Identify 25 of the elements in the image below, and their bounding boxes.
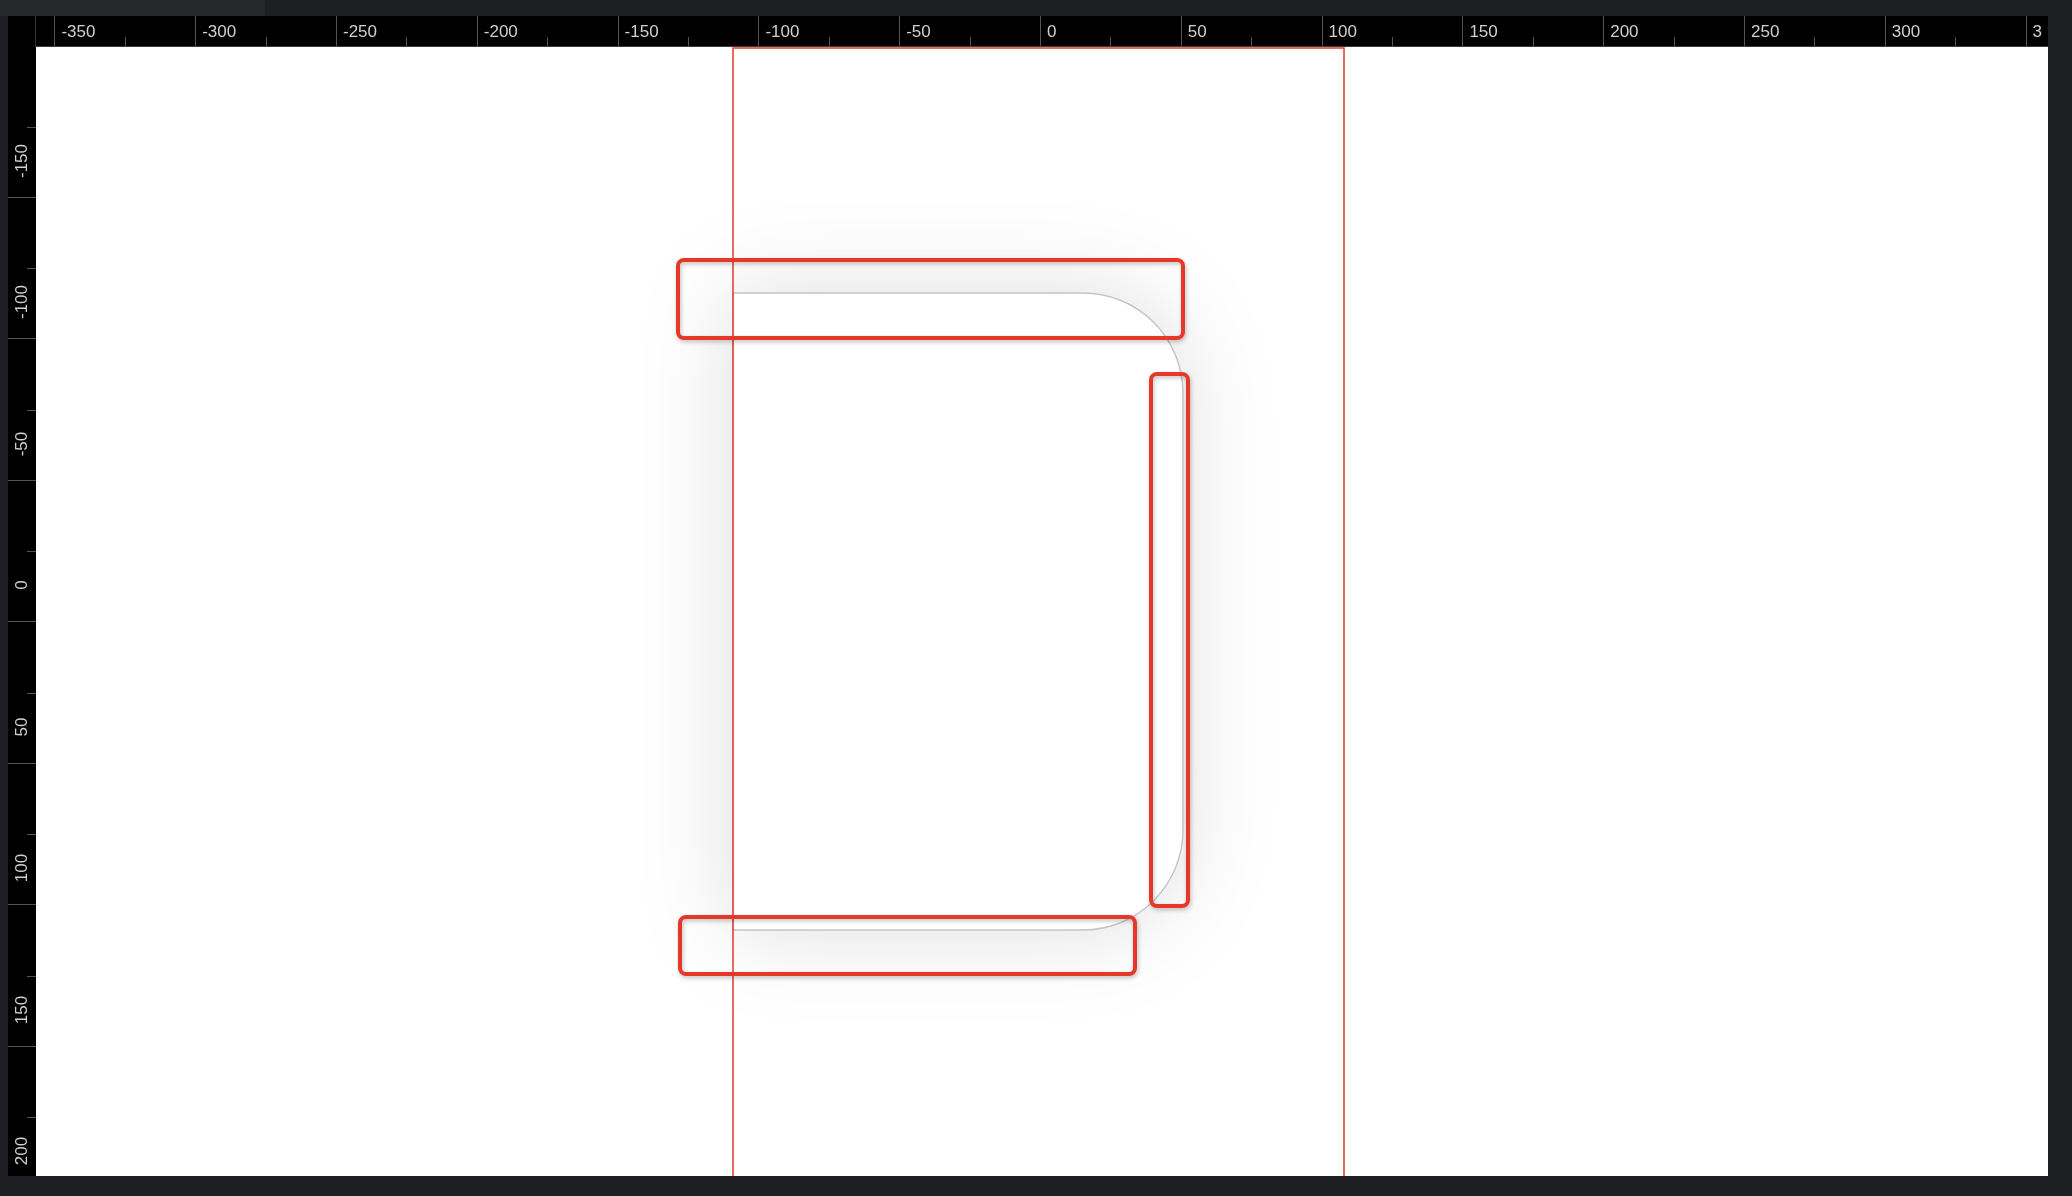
ruler-label: 150 xyxy=(1469,22,1498,42)
ruler-label: -300 xyxy=(202,22,237,42)
ruler-label: 50 xyxy=(1187,22,1207,42)
ruler-label: -50 xyxy=(12,431,32,456)
ruler-label: -150 xyxy=(624,22,659,42)
ruler-label: 150 xyxy=(12,995,32,1024)
ruler-label: -100 xyxy=(765,22,800,42)
ruler-label: -150 xyxy=(12,143,32,178)
ruler-label: 0 xyxy=(1047,22,1057,42)
ruler-label: 100 xyxy=(1328,22,1357,42)
ruler-label: 0 xyxy=(12,580,32,590)
ruler-label: 3 xyxy=(2032,22,2043,42)
ruler-label: 200 xyxy=(1610,22,1639,42)
selection-frame[interactable] xyxy=(732,47,1345,1176)
ruler-label: -350 xyxy=(61,22,96,42)
ruler-label: 50 xyxy=(12,717,32,736)
ruler-label: -200 xyxy=(483,22,518,42)
ruler-label: 200 xyxy=(12,1136,32,1166)
ruler-label: -250 xyxy=(343,22,378,42)
ruler-label: -100 xyxy=(12,285,32,319)
ruler-label: 250 xyxy=(1751,22,1780,42)
ruler-label: 100 xyxy=(12,853,32,883)
ruler-label: -50 xyxy=(906,22,931,42)
ruler-label: 300 xyxy=(1891,22,1921,42)
rounded-shape[interactable] xyxy=(732,292,1184,931)
